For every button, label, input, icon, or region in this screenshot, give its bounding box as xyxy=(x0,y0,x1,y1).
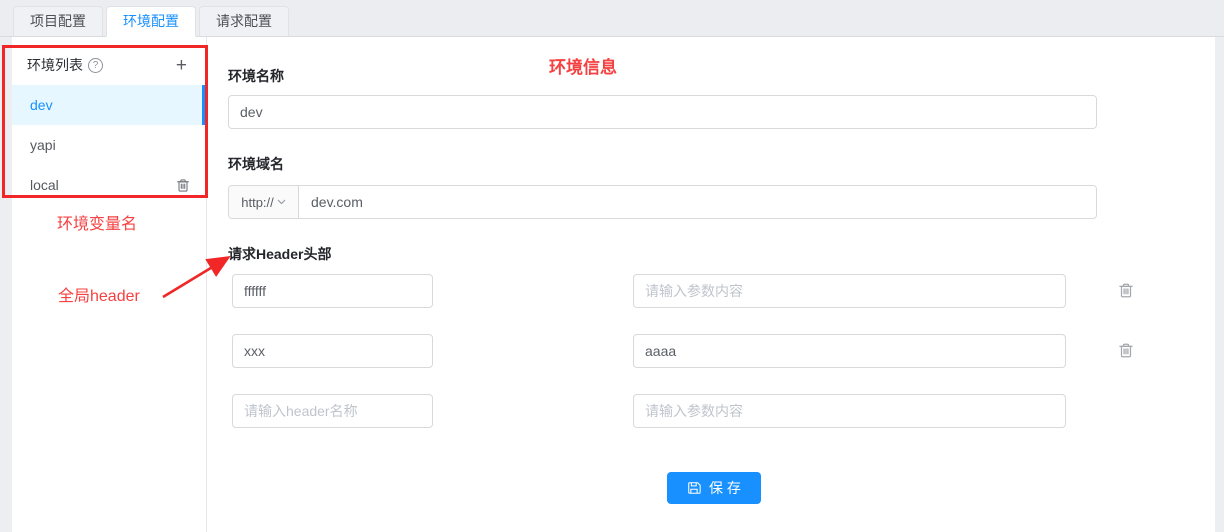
annotation-env-var-name: 环境变量名 xyxy=(57,210,137,234)
chevron-down-icon xyxy=(277,199,286,205)
environment-item-label: dev xyxy=(30,85,53,125)
environment-item-label: local xyxy=(30,165,59,205)
env-domain-group: http:// xyxy=(228,185,1097,219)
config-tabbar: 项目配置 环境配置 请求配置 xyxy=(0,0,1224,37)
header-value-input[interactable] xyxy=(633,274,1066,308)
header-value-input[interactable] xyxy=(633,334,1066,368)
header-value-input[interactable] xyxy=(633,394,1066,428)
environment-item-label: yapi xyxy=(30,125,56,165)
environment-item-yapi[interactable]: yapi xyxy=(12,125,206,165)
environment-list: dev yapi local xyxy=(12,85,206,205)
environment-item-dev[interactable]: dev xyxy=(12,85,206,125)
save-button-label: 保 存 xyxy=(709,478,741,498)
add-environment-plus-icon[interactable]: + xyxy=(176,56,187,75)
header-key-input[interactable] xyxy=(232,274,433,308)
tab-environment-config[interactable]: 环境配置 xyxy=(106,6,196,37)
environment-list-title: 环境列表 xyxy=(27,55,83,75)
save-floppy-icon xyxy=(687,481,701,495)
tab-project-config[interactable]: 项目配置 xyxy=(13,6,103,37)
annotation-env-info: 环境信息 xyxy=(549,53,617,78)
request-header-label: 请求Header头部 xyxy=(228,244,331,264)
header-key-input[interactable] xyxy=(232,394,433,428)
protocol-select[interactable]: http:// xyxy=(229,186,299,218)
header-key-input[interactable] xyxy=(232,334,433,368)
annotation-global-header: 全局header xyxy=(58,282,140,306)
delete-environment-trash-icon[interactable] xyxy=(175,177,191,194)
help-question-circle-icon[interactable]: ? xyxy=(88,58,103,73)
tab-request-config[interactable]: 请求配置 xyxy=(199,6,289,37)
env-name-label: 环境名称 xyxy=(228,66,284,86)
env-domain-input[interactable] xyxy=(299,186,1096,218)
save-button[interactable]: 保 存 xyxy=(667,472,761,504)
delete-header-row-trash-icon[interactable] xyxy=(1117,341,1135,360)
env-domain-label: 环境域名 xyxy=(228,154,284,174)
environment-config-page: 项目配置 环境配置 请求配置 环境列表 ? + dev yapi local xyxy=(0,0,1224,532)
protocol-label: http:// xyxy=(241,195,274,210)
delete-header-row-trash-icon[interactable] xyxy=(1117,281,1135,300)
environment-item-local[interactable]: local xyxy=(12,165,206,205)
environment-list-header: 环境列表 ? + xyxy=(12,46,206,84)
env-name-input[interactable] xyxy=(228,95,1097,129)
